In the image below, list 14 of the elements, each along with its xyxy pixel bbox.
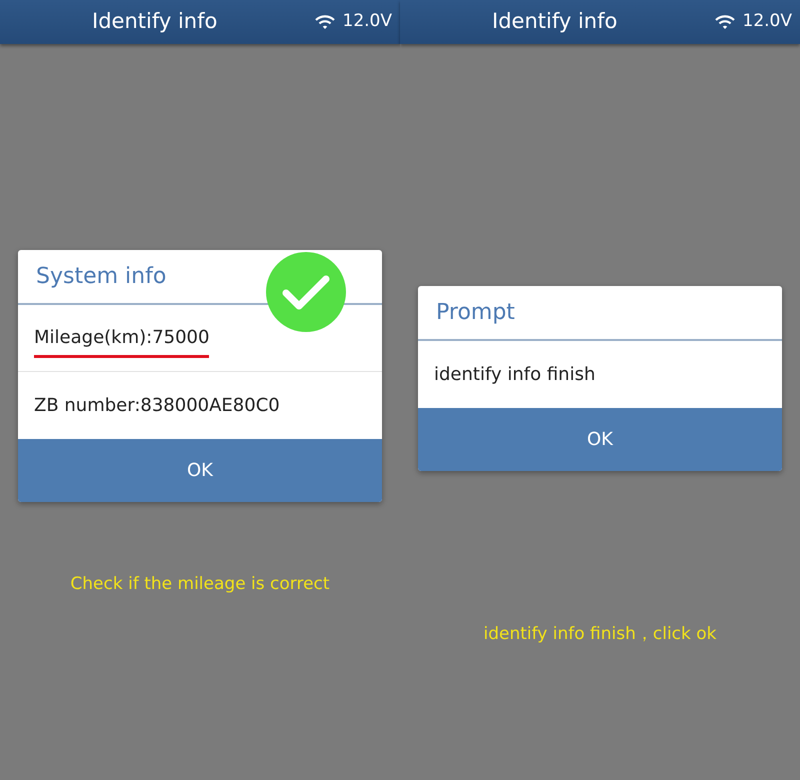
caption-text: Check if the mileage is correct	[69, 573, 331, 596]
voltage-reading: 12.0V	[342, 10, 392, 34]
caption-text: identify info finish，click ok	[482, 623, 718, 646]
window-title: Identify info	[492, 8, 618, 36]
info-text: identify info finish	[434, 363, 596, 387]
window-title: Identify info	[92, 8, 218, 36]
ok-button[interactable]: OK	[418, 408, 782, 471]
dialog-title: Prompt	[418, 286, 782, 341]
voltage-reading: 12.0V	[742, 10, 792, 34]
info-text: Mileage(km):75000	[34, 324, 210, 358]
wifi-icon	[314, 14, 335, 30]
info-text: ZB number:838000AE80C0	[34, 394, 280, 418]
wifi-icon	[714, 14, 735, 30]
ok-button[interactable]: OK	[18, 439, 382, 502]
